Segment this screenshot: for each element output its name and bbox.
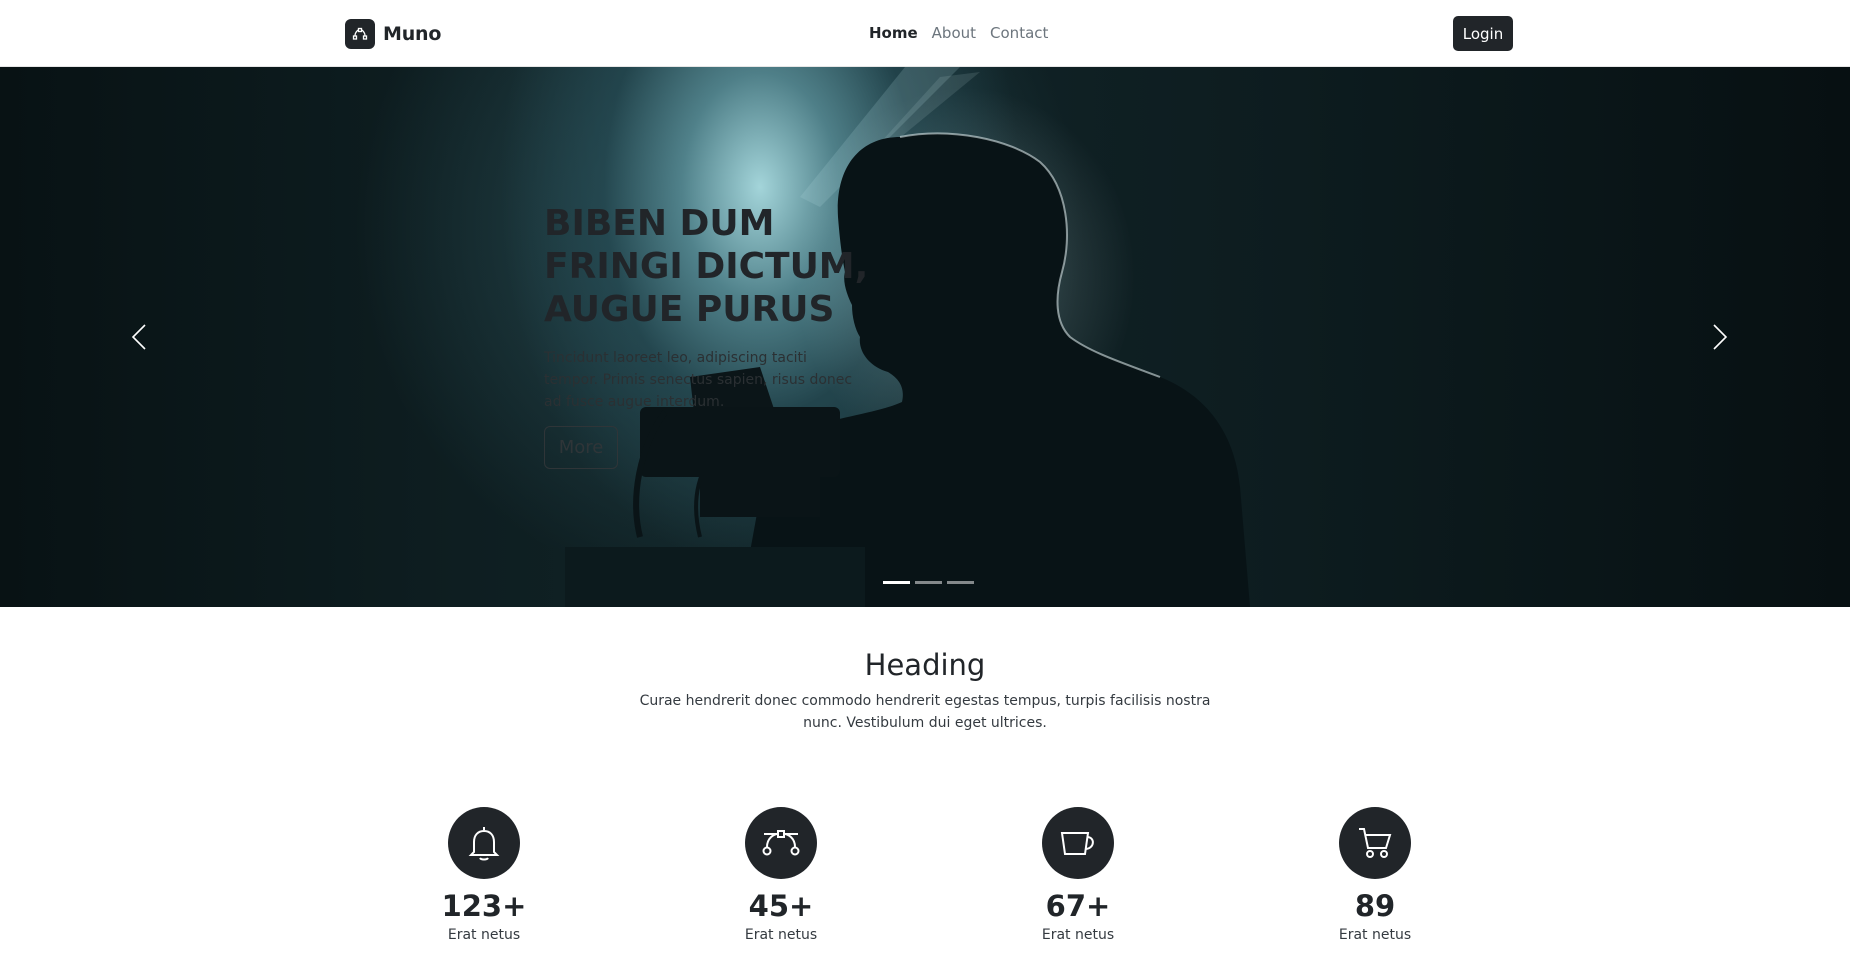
nav-about[interactable]: About (932, 22, 976, 44)
stat-value: 45+ (748, 889, 814, 923)
chevron-right-icon (1713, 324, 1728, 350)
hero-title: BIBEN DUM FRINGI DICTUM, AUGUE PURUS (544, 203, 869, 330)
main-nav: Home About Contact (869, 22, 1062, 44)
brand-link[interactable]: Muno (345, 18, 441, 49)
more-button[interactable]: More (544, 426, 618, 469)
stat-item: 123+ Erat netus (414, 807, 554, 945)
stat-item: 89 Erat netus (1305, 807, 1445, 945)
login-button[interactable]: Login (1453, 16, 1513, 51)
carousel-next-button[interactable] (1700, 317, 1740, 357)
stat-label: Erat netus (1041, 927, 1115, 943)
section-heading: Heading (864, 648, 986, 682)
cup-icon (1042, 807, 1114, 879)
stat-item: 45+ Erat netus (711, 807, 851, 945)
section-lead: Curae hendrerit donec commodo hendrerit … (639, 693, 1211, 731)
bell-icon (448, 807, 520, 879)
stat-value: 123+ (441, 889, 527, 923)
cart-icon (1339, 807, 1411, 879)
nav-home[interactable]: Home (869, 22, 918, 44)
carousel-prev-button[interactable] (119, 317, 159, 357)
stat-value: 67+ (1045, 889, 1111, 923)
stat-label: Erat netus (744, 927, 818, 943)
chevron-left-icon (131, 324, 146, 350)
nav-contact[interactable]: Contact (990, 22, 1048, 44)
hero-carousel: BIBEN DUM FRINGI DICTUM, AUGUE PURUS Tin… (0, 67, 1850, 607)
carousel-indicators (883, 581, 974, 584)
bezier-curve-icon (745, 807, 817, 879)
carousel-indicator-2[interactable] (915, 581, 942, 584)
bezier-curve-icon (345, 18, 375, 49)
carousel-indicator-3[interactable] (947, 581, 974, 584)
carousel-indicator-1[interactable] (883, 581, 910, 584)
stat-value: 89 (1354, 889, 1396, 923)
brand-name: Muno (383, 22, 442, 45)
stat-label: Erat netus (1338, 927, 1412, 943)
stat-label: Erat netus (447, 927, 521, 943)
stat-item: 67+ Erat netus (1008, 807, 1148, 945)
hero-text: Tincidunt laoreet leo, adipiscing taciti… (544, 350, 853, 410)
hero-background-photo (565, 67, 1250, 607)
navbar: Muno Home About Contact Login (0, 0, 1850, 67)
